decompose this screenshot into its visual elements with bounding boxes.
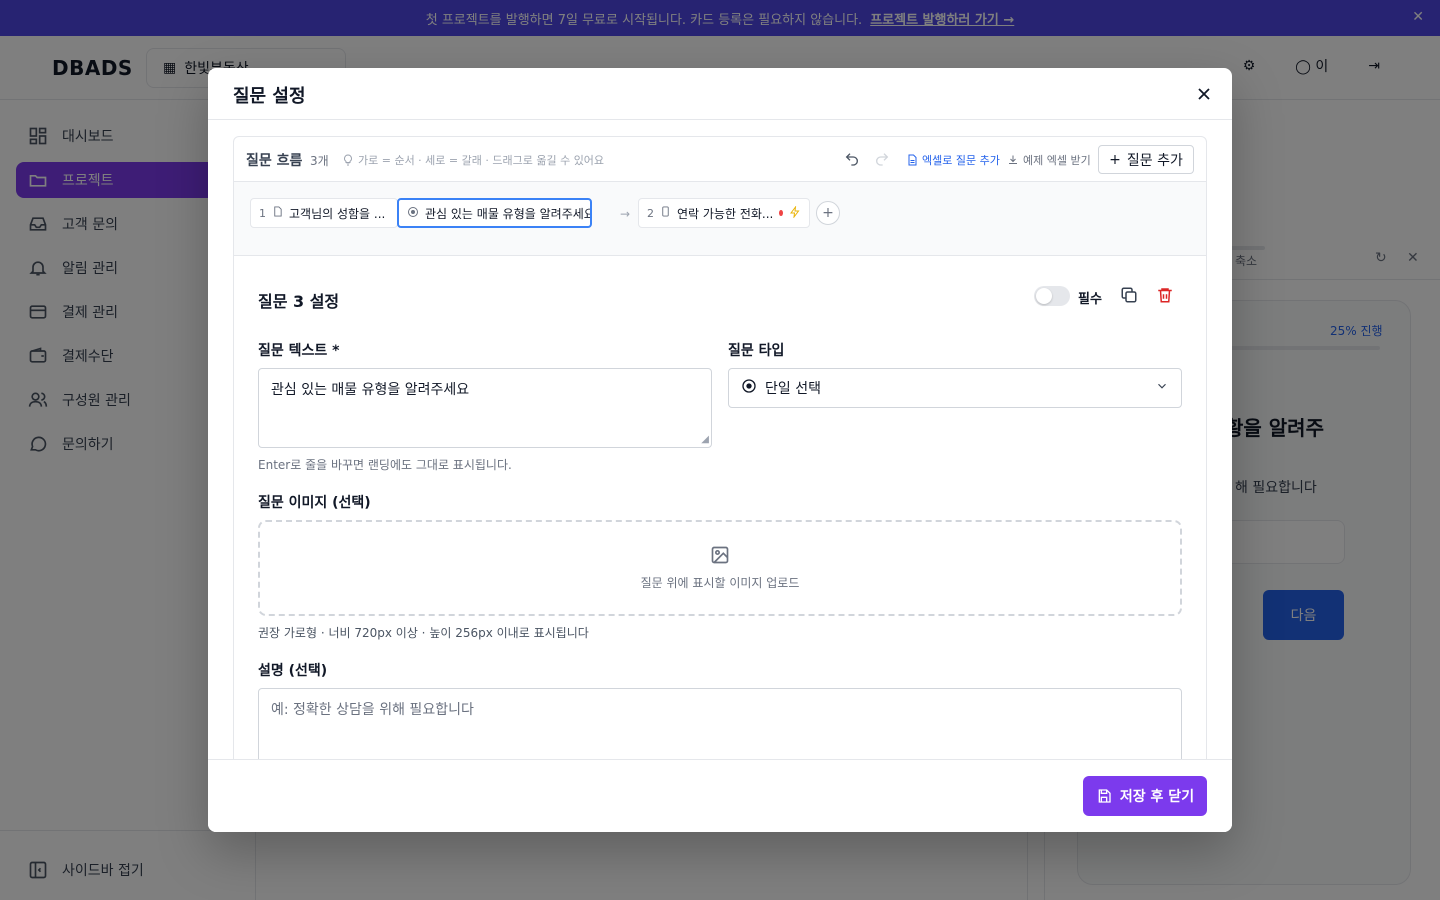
flow-chip-row: 1 고객님의 성함을 ... 관심 있는 매물 유형을 알려주세요 → 2 연락… — [234, 182, 1206, 256]
required-toggle[interactable] — [1034, 286, 1070, 306]
image-label: 질문 이미지 (선택) — [258, 495, 371, 511]
chip-number: 2 — [647, 206, 654, 220]
add-question-label: 질문 추가 — [1126, 152, 1183, 169]
save-and-close-button[interactable]: 저장 후 닫기 — [1083, 776, 1207, 816]
flow-count: 3개 — [310, 154, 329, 168]
question-flow-panel: 질문 흐름 3개 가로 = 순서 · 세로 = 갈래 · 드래그로 옮길 수 있… — [233, 136, 1207, 759]
chip-label: 연락 가능한 전화... — [677, 206, 774, 221]
document-icon — [272, 206, 283, 220]
modal-title: 질문 설정 — [233, 86, 306, 107]
arrow-right-icon: → — [620, 207, 631, 221]
sample-excel-button[interactable]: 예제 엑셀 받기 — [1007, 152, 1091, 168]
spreadsheet-icon — [908, 154, 917, 166]
undo-icon[interactable] — [844, 151, 860, 171]
chip-number: 1 — [259, 206, 266, 220]
flow-title: 질문 흐름 — [246, 153, 303, 169]
redo-icon[interactable] — [874, 151, 890, 171]
required-label: 필수 — [1078, 292, 1102, 307]
save-icon — [1098, 789, 1111, 803]
lightbulb-icon — [344, 154, 352, 166]
flow-header: 질문 흐름 3개 가로 = 순서 · 세로 = 갈래 · 드래그로 옮길 수 있… — [234, 137, 1206, 182]
resize-grip-icon[interactable]: ◢ — [701, 434, 709, 445]
download-icon — [1009, 155, 1017, 164]
chip-label: 고객님의 성함을 ... — [289, 206, 386, 221]
question-type-value: 단일 선택 — [765, 381, 821, 397]
description-placeholder: 예: 정확한 상담을 위해 필요합니다 — [271, 702, 474, 718]
radio-icon — [407, 206, 419, 221]
modal-body: 질문 흐름 3개 가로 = 순서 · 세로 = 갈래 · 드래그로 옮길 수 있… — [208, 120, 1232, 759]
copy-icon[interactable] — [1120, 286, 1138, 308]
chevron-down-icon — [1155, 379, 1169, 397]
save-and-close-label: 저장 후 닫기 — [1119, 789, 1195, 805]
radio-icon — [741, 378, 757, 398]
question-chip-3[interactable]: 관심 있는 매물 유형을 알려주세요 — [397, 198, 592, 228]
chip-label: 관심 있는 매물 유형을 알려주세요 — [425, 206, 592, 221]
image-upload-area[interactable]: 질문 위에 표시할 이미지 업로드 — [258, 520, 1182, 616]
image-hint: 권장 가로형 · 너비 720px 이상 · 높이 256px 이내로 표시됩니… — [258, 626, 589, 640]
modal-header: 질문 설정 — [208, 68, 1232, 120]
question-text-field[interactable]: 관심 있는 매물 유형을 알려주세요 ◢ — [258, 368, 712, 448]
flow-hint: 가로 = 순서 · 세로 = 갈래 · 드래그로 옮길 수 있어요 — [342, 152, 604, 168]
question-chip-1[interactable]: 1 고객님의 성함을 ... — [250, 198, 398, 228]
question-settings-modal: 질문 설정 질문 흐름 3개 가로 = 순서 · 세로 = 갈래 · 드래그로 … — [208, 68, 1232, 832]
flow-hint-text: 가로 = 순서 · 세로 = 갈래 · 드래그로 옮길 수 있어요 — [358, 154, 605, 167]
question-text-value: 관심 있는 매물 유형을 알려주세요 — [271, 382, 470, 398]
excel-add-label: 엑셀로 질문 추가 — [922, 154, 1000, 167]
trash-icon[interactable] — [1156, 286, 1174, 308]
question-type-select[interactable]: 단일 선택 — [728, 368, 1182, 408]
bolt-icon — [789, 204, 801, 221]
excel-add-button[interactable]: 엑셀로 질문 추가 — [906, 152, 1000, 168]
modal-footer: 저장 후 닫기 — [208, 759, 1232, 832]
image-upload-text: 질문 위에 표시할 이미지 업로드 — [640, 576, 800, 590]
description-field[interactable]: 예: 정확한 상담을 위해 필요합니다 — [258, 688, 1182, 759]
description-label: 설명 (선택) — [258, 663, 328, 679]
close-icon[interactable] — [1194, 84, 1214, 104]
add-question-button[interactable]: + 질문 추가 — [1098, 145, 1194, 174]
add-chip-button[interactable]: + — [816, 201, 840, 225]
sample-excel-label: 예제 엑셀 받기 — [1023, 154, 1091, 167]
question-text-label: 질문 텍스트 * — [258, 343, 340, 359]
status-dot — [779, 210, 783, 216]
phone-icon — [660, 206, 671, 220]
question-chip-2[interactable]: 2 연락 가능한 전화... — [638, 198, 810, 228]
plus-icon: + — [1109, 151, 1121, 168]
question-type-label: 질문 타입 — [728, 343, 785, 359]
image-icon — [710, 545, 730, 568]
question-text-hint: Enter로 줄을 바꾸면 랜딩에도 그대로 표시됩니다. — [258, 458, 512, 472]
settings-title: 질문 3 설정 — [258, 292, 340, 311]
